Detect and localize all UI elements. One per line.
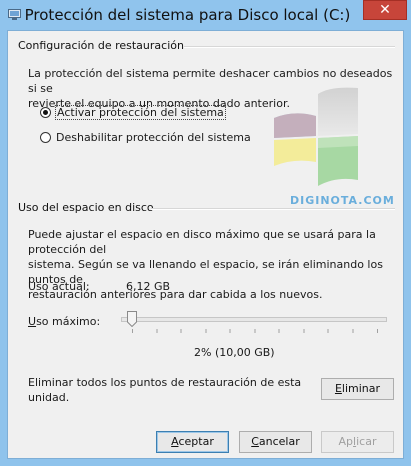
radio-disable-label: Deshabilitar protección del sistema [56,131,251,144]
max-usage-label-text: so máximo: [36,315,101,328]
window-title: Protección del sistema para Disco local … [24,6,351,24]
dialog-window: Protección del sistema para Disco local … [0,0,411,466]
apply-button-label-end: icar [356,435,377,448]
disk-group-divider [151,208,395,210]
restore-group-title: Configuración de restauración [18,39,184,52]
delete-description-line: Eliminar todos los puntos de restauració… [28,376,302,389]
delete-description: Eliminar todos los puntos de restauració… [28,375,301,405]
delete-description-line: unidad. [28,391,70,404]
delete-button[interactable]: Eliminar [321,378,394,400]
ok-button-label: ceptar [178,435,214,448]
cancel-button-label: ancelar [258,435,300,448]
max-usage-label-mnemonic: U [28,315,37,328]
title-bar[interactable]: Protección del sistema para Disco local … [0,0,411,30]
delete-button-mnemonic: E [334,382,342,395]
close-button[interactable]: ✕ [363,0,407,20]
windows-shield-icon [274,87,358,186]
radio-checked-icon[interactable] [40,107,51,118]
radio-unchecked-icon[interactable] [40,132,51,143]
max-usage-slider-track[interactable] [121,317,387,322]
apply-button-label-start: Ap [338,435,354,448]
cancel-button-mnemonic: C [251,435,259,448]
current-usage-label: Uso actual: [28,280,90,293]
watermark-text: DIGINOTA.COM [290,194,395,207]
disk-group-title: Uso del espacio en disco [18,201,154,214]
apply-button[interactable]: Aplicar [321,431,394,453]
radio-disable-protection[interactable]: Deshabilitar protección del sistema [40,131,251,144]
ok-button[interactable]: Aceptar [156,431,229,453]
restore-group-divider [184,46,395,48]
delete-button-label: liminar [341,382,381,395]
slider-ticks [132,329,378,333]
cancel-button[interactable]: Cancelar [239,431,312,453]
radio-enable-label: Activar protección del sistema [55,105,226,120]
max-usage-value: 2% (10,00 GB) [194,346,275,359]
radio-enable-protection[interactable]: Activar protección del sistema [40,105,226,120]
disk-description-line: Puede ajustar el espacio en disco máximo… [28,228,376,256]
max-usage-label: Uso máximo: [28,315,100,328]
close-icon: ✕ [379,2,391,18]
max-usage-slider-thumb[interactable] [127,311,137,327]
current-usage-value: 6,12 GB [126,280,171,293]
dialog-body: Configuración de restauración La protecc… [7,30,404,459]
